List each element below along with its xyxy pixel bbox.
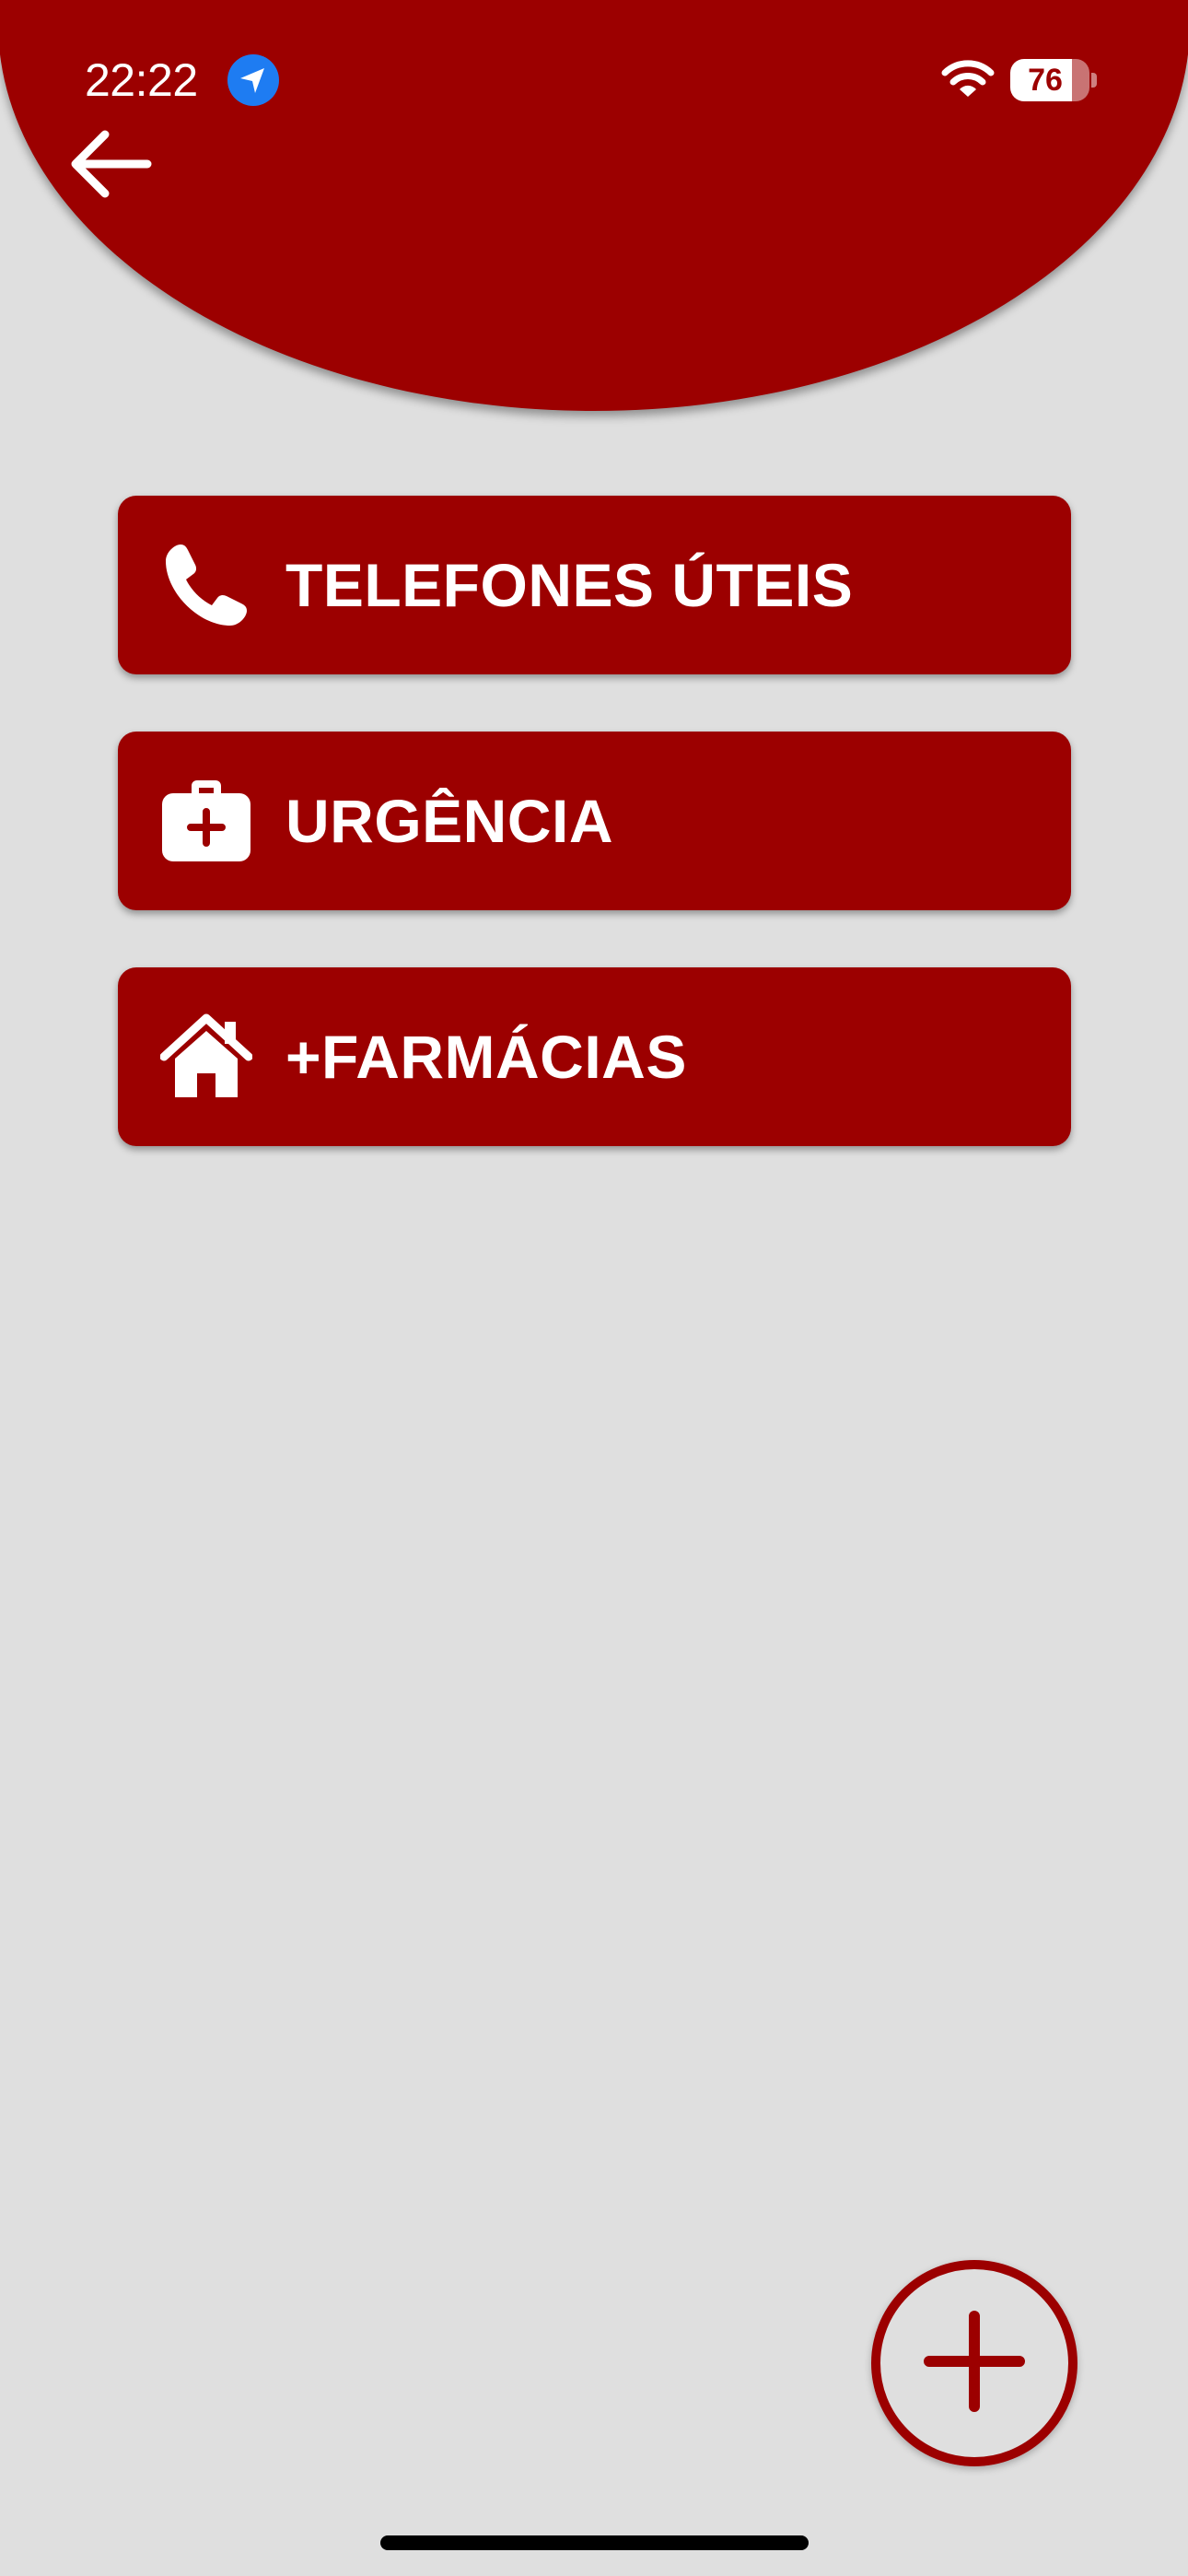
arrow-left-icon xyxy=(66,125,155,207)
urgencia-button[interactable]: URGÊNCIA xyxy=(118,732,1071,910)
telefones-uteis-button[interactable]: TELEFONES ÚTEIS xyxy=(118,496,1071,674)
house-icon xyxy=(160,1011,252,1103)
back-button[interactable] xyxy=(64,120,157,212)
main-menu: TELEFONES ÚTEIS URGÊNCIA +FARMÁCIAS xyxy=(118,496,1071,1203)
farmacias-button[interactable]: +FARMÁCIAS xyxy=(118,967,1071,1146)
urgencia-label: URGÊNCIA xyxy=(285,787,614,855)
plus-icon xyxy=(924,2310,1025,2417)
battery-cap xyxy=(1091,73,1097,88)
status-bar: 22:22 76 xyxy=(0,0,1188,157)
status-time: 22:22 xyxy=(85,54,198,106)
wifi-icon xyxy=(941,59,995,100)
location-arrow-icon xyxy=(227,53,280,107)
battery-level: 76 xyxy=(1028,63,1063,98)
medical-kit-icon xyxy=(160,775,252,867)
telefones-uteis-label: TELEFONES ÚTEIS xyxy=(285,551,854,619)
farmacias-label: +FARMÁCIAS xyxy=(285,1023,687,1091)
home-indicator[interactable] xyxy=(380,2535,809,2550)
battery-icon: 76 xyxy=(1010,59,1089,101)
add-button[interactable] xyxy=(871,2260,1077,2466)
phone-icon xyxy=(160,539,252,631)
